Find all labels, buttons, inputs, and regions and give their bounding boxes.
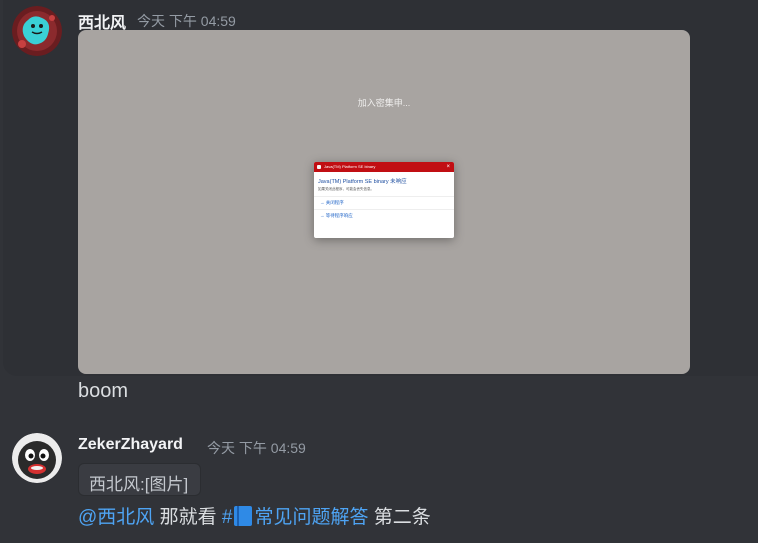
dialog-option-wait: → 等待程序响应 [314, 209, 454, 222]
not-responding-dialog: Java(TM) Platform SE binary × Java(TM) P… [314, 162, 454, 238]
ghost-avatar-icon [12, 6, 62, 56]
message-text-mid: 那就看 [154, 507, 222, 528]
cartoon-face-avatar-icon [12, 433, 62, 483]
avatar-xibeifeng[interactable] [12, 6, 62, 56]
avatar-zekerzhayard[interactable] [12, 433, 62, 483]
close-icon: × [446, 164, 450, 170]
message-text-end: 第二条 [368, 507, 431, 528]
timestamp: 今天 下午 04:59 [207, 440, 306, 456]
dialog-heading: Java(TM) Platform SE binary 未响应 [318, 179, 407, 185]
channel-hash: # [221, 507, 233, 528]
book-icon [234, 506, 253, 526]
reply-reference-text: 西北风:[图片] [89, 475, 189, 494]
dialog-subtext: 如果关闭此程序，可能会丢失信息。 [318, 187, 374, 191]
timestamp: 今天 下午 04:59 [137, 13, 236, 29]
message-text: @西北风 那就看 # 常见问题解答 第二条 [78, 502, 431, 529]
message-text: boom [78, 380, 129, 402]
username[interactable]: ZekerZhayard [78, 436, 183, 454]
reply-reference[interactable]: 西北风:[图片] [78, 463, 201, 496]
dialog-title: Java(TM) Platform SE binary [324, 164, 376, 169]
loading-text: 加入密集申... [357, 98, 411, 108]
dialog-titlebar: Java(TM) Platform SE binary × [314, 162, 454, 172]
channel-link[interactable]: # 常见问题解答 [221, 506, 369, 528]
user-mention[interactable]: @西北风 [78, 507, 154, 528]
image-attachment[interactable]: 加入密集申... Java(TM) Platform SE binary × J… [78, 30, 690, 374]
java-app-icon [317, 165, 321, 169]
channel-name: 常见问题解答 [254, 507, 369, 528]
dialog-option-close: → 关闭程序 [314, 196, 454, 209]
